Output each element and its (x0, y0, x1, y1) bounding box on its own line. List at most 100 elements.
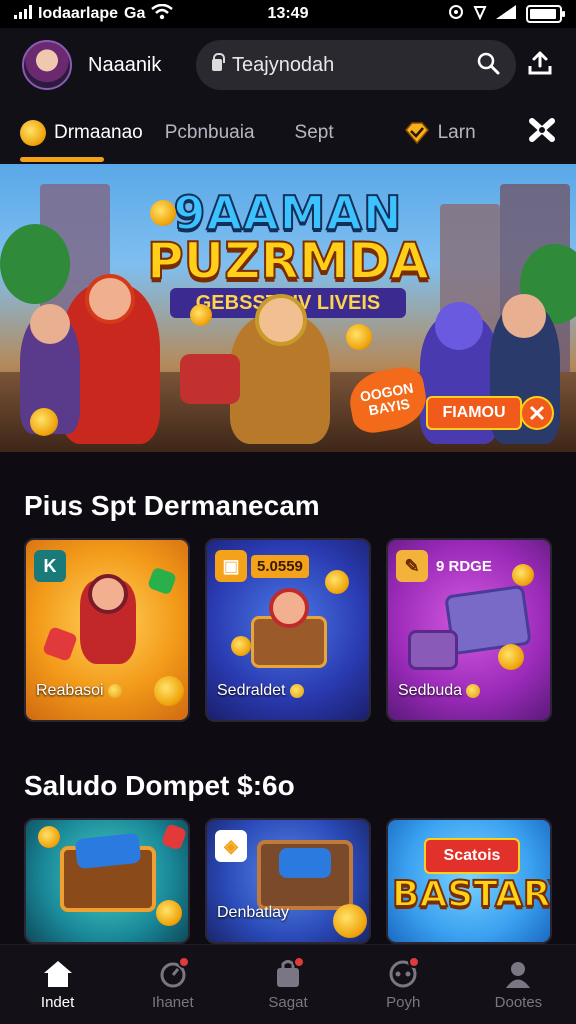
card-title: BASTARY (391, 873, 550, 916)
carrier-name: Iodaarlape (38, 5, 119, 22)
cannon (180, 354, 240, 404)
battery-icon (526, 5, 565, 23)
nav-poyh[interactable]: Poyh (346, 945, 461, 1024)
timer-icon (156, 956, 190, 990)
x-icon (528, 117, 556, 149)
k-icon: K (34, 550, 66, 582)
coin (325, 570, 349, 594)
diamond-icon (404, 122, 429, 144)
wifi-icon (151, 3, 174, 25)
vibrate-icon (472, 4, 488, 25)
tab-larn[interactable]: Larn (404, 102, 476, 164)
coin (333, 904, 367, 938)
avatar[interactable] (22, 40, 72, 90)
coin (156, 900, 182, 926)
card-label: Denbatlay (217, 904, 290, 921)
nav-label: Sagat (268, 994, 308, 1011)
tab-label: Sept (294, 122, 334, 143)
banner-title-line2: PUZRMDA (146, 231, 430, 291)
hero-figure (80, 574, 136, 664)
chest-icon: ▣ (215, 550, 247, 582)
status-right (448, 4, 565, 25)
coin-icon (20, 120, 46, 146)
upload-button[interactable] (522, 47, 558, 83)
card-tag: ◈ (215, 828, 247, 864)
coin (498, 644, 524, 670)
card-sublabel: Scatois (424, 838, 520, 874)
promo-banner[interactable]: 9AAMAN PUZRMDA GEBSSTIUV LIVEIS OOGON BA… (0, 164, 576, 452)
coin (190, 304, 212, 326)
lock-icon (212, 53, 225, 71)
tab-label: Larn (437, 122, 476, 143)
nav-ihanet[interactable]: Ihanet (115, 945, 230, 1024)
game-card-denbatlay[interactable]: ◈ Denbatlay (205, 818, 371, 944)
game-card-reabasoi[interactable]: K Reabasoi (24, 538, 190, 722)
nav-label: Dootes (494, 994, 543, 1011)
home-icon (41, 958, 75, 990)
search-icon[interactable] (476, 51, 500, 80)
card-label: Sedraldet (217, 682, 304, 700)
tab-sept[interactable]: Sept (295, 102, 334, 164)
card-tag: ▣ 5.0559 (215, 548, 309, 584)
signal-icon (14, 4, 32, 24)
category-tabs: Drmaanao Pcbnbuaia Sept Larn (0, 102, 576, 164)
section-title: Pius Spt Dermanecam (24, 490, 320, 521)
banner-badge-right: FIAMOU (426, 396, 522, 430)
nav-label: Poyh (386, 994, 421, 1011)
cell-signal-icon (496, 4, 518, 24)
game-card-sedraldet[interactable]: ▣ 5.0559 Sedraldet (205, 538, 371, 722)
coin-stack-icon: ◈ (215, 830, 247, 862)
gem (146, 566, 178, 596)
card-label: Sedbuda (398, 682, 481, 700)
coin (30, 408, 58, 436)
profile-icon (501, 958, 535, 990)
gift-icon: ✎ (396, 550, 428, 582)
bag-icon (271, 956, 305, 990)
search-input[interactable]: Teajynodah (232, 54, 476, 77)
nav-sagat[interactable]: Sagat (230, 945, 345, 1024)
tab-label: Drmaanao (54, 122, 143, 143)
username: Naaanik (88, 53, 162, 76)
gem (42, 626, 78, 662)
coin (38, 826, 60, 848)
search-bar[interactable]: Teajynodah (196, 40, 516, 90)
coin (154, 676, 184, 706)
notification-badge (408, 956, 421, 968)
carrier-info: Iodaarlape Ga (14, 3, 174, 25)
upload-icon (527, 50, 553, 81)
alarm-icon (448, 4, 464, 25)
nav-home[interactable]: Indet (0, 945, 115, 1024)
game-card-sedbuda[interactable]: ✎ 9 RDGE Sedbuda (386, 538, 552, 722)
status-bar: Iodaarlape Ga 13:49 (0, 0, 576, 28)
coin (512, 564, 534, 586)
clock: 13:49 (267, 5, 309, 22)
app-header: Naaanik Teajynodah (0, 28, 576, 102)
section-title: Saludo Dompet $:6o (24, 770, 295, 801)
network-type: Ga (124, 5, 146, 22)
coin (231, 636, 251, 656)
tab-pcbnbuaia[interactable]: Pcbnbuaia (165, 102, 255, 164)
hero-golden (230, 294, 330, 444)
gamepad-icon (386, 956, 421, 990)
card-tag: K (34, 548, 66, 584)
coin (346, 324, 372, 350)
notification-badge (293, 956, 305, 968)
card-label: Reabasoi (36, 682, 122, 700)
gem (160, 823, 188, 851)
slot-screen (279, 848, 331, 878)
nav-label: Ihanet (151, 994, 194, 1011)
tab-close[interactable] (528, 102, 556, 164)
coin (150, 200, 176, 226)
banner-action-icon[interactable] (520, 396, 554, 430)
card-tag: ✎ 9 RDGE (396, 548, 492, 584)
treasure-box (408, 630, 458, 670)
tab-label: Pcbnbuaia (164, 122, 255, 143)
game-card-chest[interactable] (24, 818, 190, 944)
notification-badge (177, 956, 190, 968)
bottom-nav: Indet Ihanet Sagat Poyh Dootes (0, 944, 576, 1024)
tab-drmaanao[interactable]: Drmaanao (20, 102, 143, 164)
hero-head (269, 588, 309, 628)
game-card-bastary[interactable]: Scatois BASTARY (386, 818, 552, 944)
nav-dootes[interactable]: Dootes (461, 945, 576, 1024)
nav-label: Indet (40, 994, 75, 1011)
